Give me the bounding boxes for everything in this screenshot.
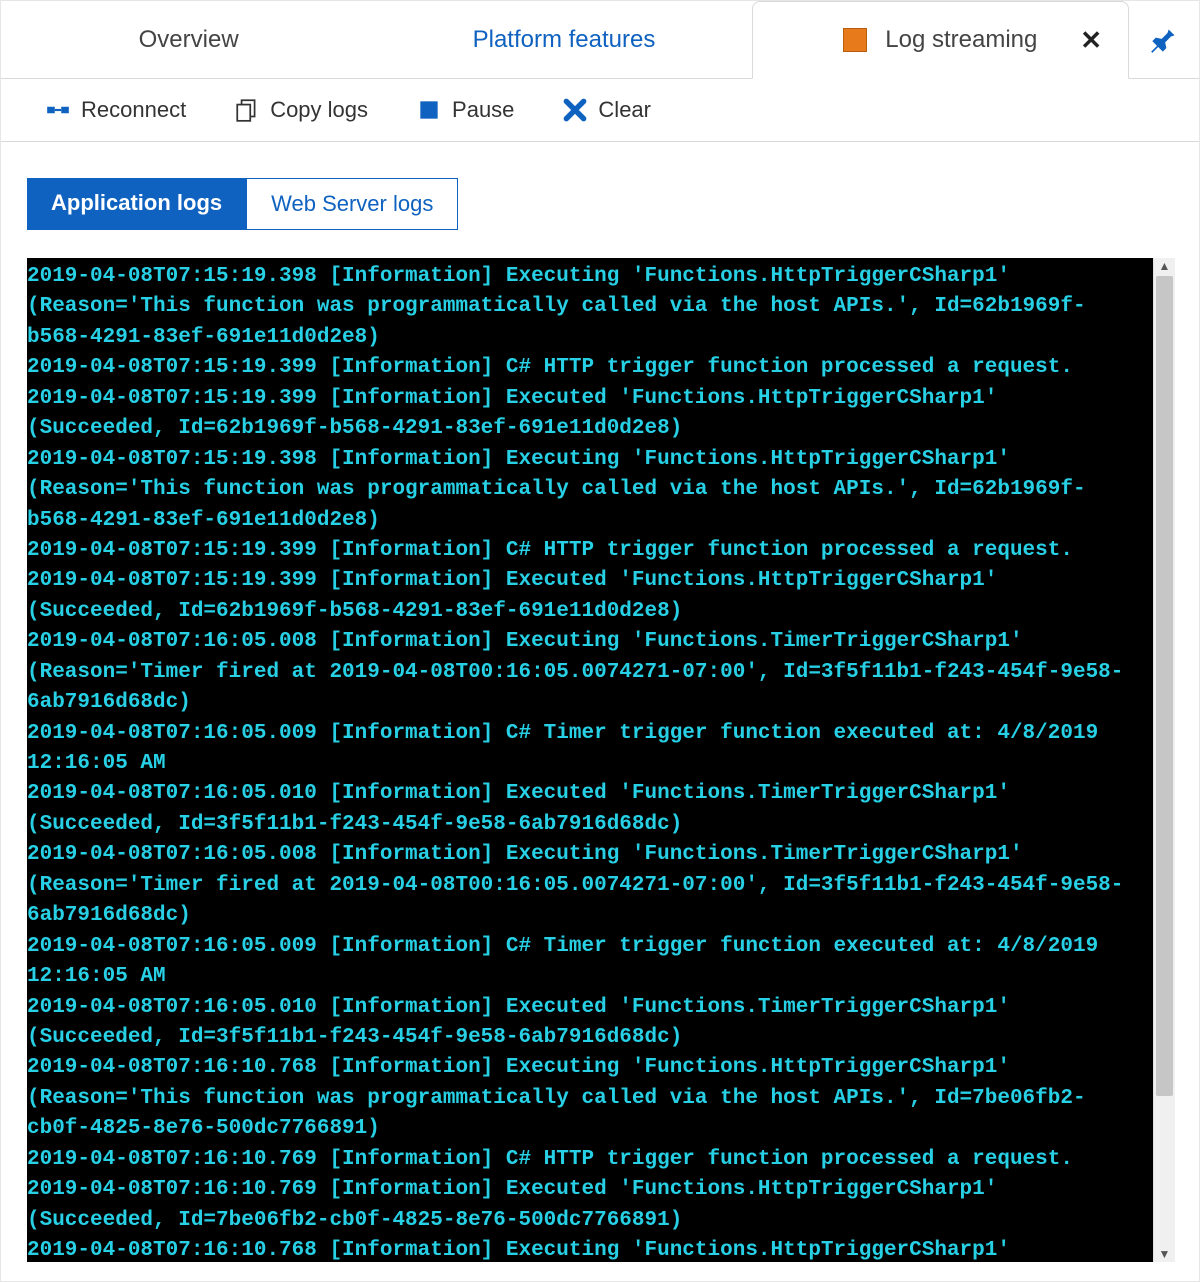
copy-logs-label: Copy logs <box>270 97 368 123</box>
console-scrollbar[interactable]: ▲ ▼ <box>1153 258 1175 1262</box>
log-line: 2019-04-08T07:15:19.398 [Information] Ex… <box>27 262 1145 353</box>
pause-label: Pause <box>452 97 514 123</box>
log-line: 2019-04-08T07:16:05.008 [Information] Ex… <box>27 627 1145 718</box>
clear-button[interactable]: Clear <box>562 97 651 123</box>
pin-icon <box>1150 26 1178 54</box>
scroll-up-icon[interactable]: ▲ <box>1154 259 1175 273</box>
clear-label: Clear <box>598 97 651 123</box>
tab-overview[interactable]: Overview <box>1 1 376 78</box>
close-icon[interactable]: ✕ <box>1080 25 1102 56</box>
tab-web-server-logs-label: Web Server logs <box>271 191 433 216</box>
tab-log-streaming[interactable]: Log streaming ✕ <box>752 1 1129 79</box>
reconnect-icon <box>45 97 71 123</box>
tab-platform-features[interactable]: Platform features <box>376 1 751 78</box>
pause-button[interactable]: Pause <box>416 97 514 123</box>
log-line: 2019-04-08T07:15:19.399 [Information] C#… <box>27 353 1145 383</box>
copy-icon <box>234 97 260 123</box>
log-type-tabs: Application logs Web Server logs <box>27 178 1175 230</box>
log-line: 2019-04-08T07:16:05.010 [Information] Ex… <box>27 779 1145 840</box>
reconnect-label: Reconnect <box>81 97 186 123</box>
main-tab-bar: Overview Platform features Log streaming… <box>1 1 1199 79</box>
log-line: 2019-04-08T07:16:10.769 [Information] C#… <box>27 1145 1145 1175</box>
log-toolbar: Reconnect Copy logs Pause Clear <box>1 79 1199 142</box>
log-line: 2019-04-08T07:16:05.010 [Information] Ex… <box>27 993 1145 1054</box>
tab-platform-features-label: Platform features <box>473 26 656 54</box>
scroll-thumb[interactable] <box>1156 276 1173 1096</box>
log-line: 2019-04-08T07:15:19.399 [Information] Ex… <box>27 384 1145 445</box>
log-line: 2019-04-08T07:15:19.399 [Information] Ex… <box>27 566 1145 627</box>
tab-application-logs[interactable]: Application logs <box>27 178 246 230</box>
tab-log-streaming-label: Log streaming <box>885 26 1037 54</box>
log-line: 2019-04-08T07:16:10.768 [Information] Ex… <box>27 1236 1145 1262</box>
log-line: 2019-04-08T07:15:19.399 [Information] C#… <box>27 536 1145 566</box>
tab-overview-label: Overview <box>139 26 239 54</box>
copy-logs-button[interactable]: Copy logs <box>234 97 368 123</box>
log-line: 2019-04-08T07:16:10.768 [Information] Ex… <box>27 1053 1145 1144</box>
clear-icon <box>562 97 588 123</box>
log-line: 2019-04-08T07:16:05.009 [Information] C#… <box>27 932 1145 993</box>
tab-application-logs-label: Application logs <box>51 190 222 215</box>
content-area: Application logs Web Server logs 2019-04… <box>1 142 1199 1282</box>
scroll-down-icon[interactable]: ▼ <box>1154 1247 1175 1261</box>
log-line: 2019-04-08T07:16:05.008 [Information] Ex… <box>27 840 1145 931</box>
reconnect-button[interactable]: Reconnect <box>45 97 186 123</box>
function-app-icon <box>843 28 867 52</box>
pause-icon <box>416 97 442 123</box>
log-line: 2019-04-08T07:16:10.769 [Information] Ex… <box>27 1175 1145 1236</box>
log-line: 2019-04-08T07:16:05.009 [Information] C#… <box>27 719 1145 780</box>
log-console: 2019-04-08T07:15:19.398 [Information] Ex… <box>27 258 1153 1262</box>
pin-button[interactable] <box>1129 1 1199 78</box>
log-line: 2019-04-08T07:15:19.398 [Information] Ex… <box>27 445 1145 536</box>
tab-web-server-logs[interactable]: Web Server logs <box>246 178 458 230</box>
console-wrap: 2019-04-08T07:15:19.398 [Information] Ex… <box>27 258 1175 1262</box>
